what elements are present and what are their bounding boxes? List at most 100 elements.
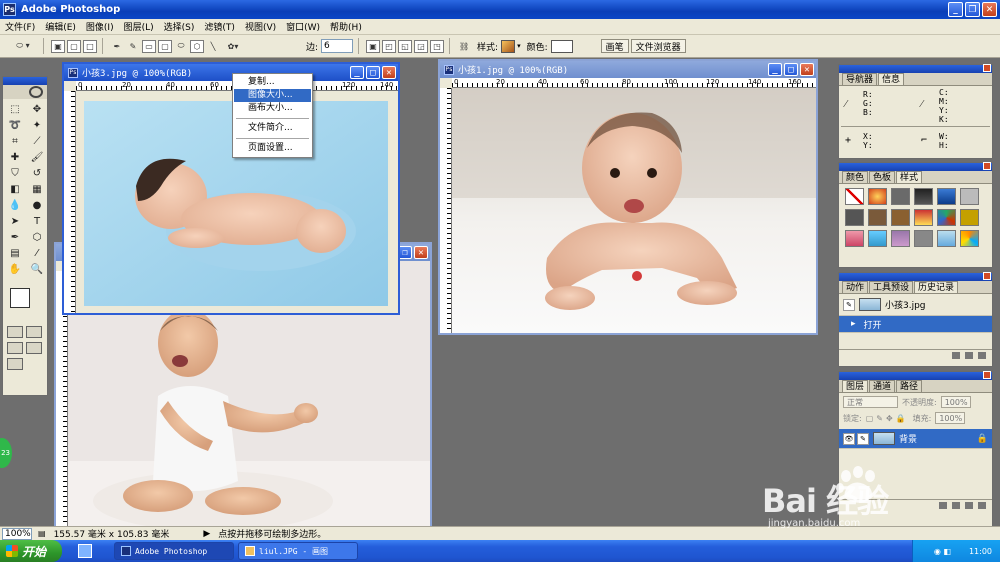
crop-tool-icon[interactable]: ⌗ <box>5 134 25 149</box>
type-tool-icon[interactable]: T <box>27 214 47 229</box>
freeform-pen-icon[interactable]: ✎ <box>126 40 140 53</box>
document-minimize-button[interactable]: _ <box>350 66 364 79</box>
tray-icons[interactable]: ◉ ◧ <box>934 547 951 556</box>
notes-tool-icon[interactable]: ▤ <box>5 246 25 261</box>
palette-titlebar[interactable] <box>839 272 992 281</box>
palette-close-icon[interactable] <box>983 64 991 72</box>
style-swatch[interactable] <box>501 39 516 53</box>
exclude-area-icon[interactable]: ◳ <box>430 39 445 53</box>
palette-close-icon[interactable] <box>983 371 991 379</box>
document-maximize-button[interactable]: □ <box>366 66 380 79</box>
opacity-input[interactable]: 100% <box>940 396 971 408</box>
line-icon[interactable]: ╲ <box>206 40 220 53</box>
custom-shape-icon[interactable]: ✿▾ <box>222 40 244 53</box>
style-swatch[interactable] <box>937 230 956 247</box>
clone-stamp-tool-icon[interactable]: ⛉ <box>5 166 25 181</box>
jump-to-imageready-icon[interactable] <box>7 358 23 370</box>
tab-swatches[interactable]: 色板 <box>869 171 896 183</box>
style-swatch[interactable] <box>937 209 956 226</box>
palette-well-tab-file-browser[interactable]: 文件浏览器 <box>630 39 686 53</box>
pen-tool-icon[interactable]: ✒ <box>5 230 25 245</box>
tab-info[interactable]: 信息 <box>878 73 905 85</box>
menu-layer[interactable]: 图层(L) <box>119 20 159 33</box>
zoom-level-field[interactable]: 100% <box>2 527 32 540</box>
slice-tool-icon[interactable]: ⟋ <box>27 134 47 149</box>
style-swatch[interactable] <box>868 230 887 247</box>
document-titlebar[interactable]: Ps 小孩1.jpg @ 100%(RGB) _ □ ✕ <box>440 61 816 78</box>
document-maximize-button[interactable]: □ <box>784 63 798 76</box>
context-menu-page-setup[interactable]: 页面设置... <box>234 142 311 155</box>
dodge-tool-icon[interactable]: ● <box>27 198 47 213</box>
delete-state-icon[interactable] <box>978 352 986 359</box>
standard-mode-icon[interactable] <box>7 326 23 338</box>
polygon-icon[interactable]: ⬡ <box>190 39 204 53</box>
fill-input[interactable]: 100% <box>935 412 966 424</box>
eraser-tool-icon[interactable]: ◧ <box>5 182 25 197</box>
rectangle-shape-icon[interactable]: ▭ <box>142 39 156 53</box>
context-menu-canvas-size[interactable]: 画布大小... <box>234 102 311 115</box>
status-menu-arrow-icon[interactable]: ▶ <box>203 529 210 539</box>
tab-color[interactable]: 颜色 <box>842 171 869 183</box>
intersect-area-icon[interactable]: ◲ <box>414 39 429 53</box>
paths-icon[interactable]: ▢ <box>67 39 81 53</box>
brush-tool-icon[interactable]: 🖌 <box>27 150 47 165</box>
link-layers-icon[interactable] <box>939 502 947 509</box>
new-layer-mode-icon[interactable]: ▣ <box>366 39 381 53</box>
fill-pixels-icon[interactable]: □ <box>83 39 97 53</box>
foreground-color[interactable] <box>10 288 30 308</box>
history-brush-source-icon[interactable]: ✎ <box>843 298 855 311</box>
menu-image[interactable]: 图像(I) <box>81 20 119 33</box>
document-titlebar[interactable]: Ps 小孩3.jpg @ 100%(RGB) _ □ ✕ <box>64 64 398 81</box>
palette-titlebar[interactable] <box>839 371 992 380</box>
style-swatch[interactable] <box>914 209 933 226</box>
menu-edit[interactable]: 编辑(E) <box>40 20 81 33</box>
style-swatch[interactable] <box>891 209 910 226</box>
lasso-tool-icon[interactable]: ➰ <box>5 118 25 133</box>
shape-tool-icon[interactable]: ⬡ <box>27 230 47 245</box>
restore-button[interactable]: ❐ <box>965 2 980 17</box>
color-swatch[interactable] <box>550 39 573 53</box>
history-snapshot[interactable]: ✎ 小孩3.jpg <box>839 294 992 316</box>
close-button[interactable]: ✕ <box>982 2 997 17</box>
menu-select[interactable]: 选择(S) <box>159 20 200 33</box>
healing-brush-tool-icon[interactable]: ✚ <box>5 150 25 165</box>
menu-help[interactable]: 帮助(H) <box>325 20 367 33</box>
context-menu-file-info[interactable]: 文件简介... <box>234 122 311 135</box>
menu-filter[interactable]: 滤镜(T) <box>199 20 240 33</box>
context-menu-duplicate[interactable]: 复制... <box>234 76 311 89</box>
tab-tool-presets[interactable]: 工具预设 <box>869 281 914 293</box>
document-close-button[interactable]: ✕ <box>414 246 428 259</box>
lock-options-icon[interactable]: ▢✎✥🔒 <box>866 414 909 423</box>
start-button[interactable]: 开始 <box>0 540 62 562</box>
screen-mode-full-icon[interactable] <box>26 342 42 354</box>
tab-history[interactable]: 历史记录 <box>914 281 959 293</box>
move-tool-icon[interactable]: ✥ <box>27 102 47 117</box>
style-swatch[interactable] <box>845 209 864 226</box>
rounded-rectangle-icon[interactable]: ▢ <box>158 39 172 53</box>
history-step[interactable]: ▸ 打开 <box>839 316 992 333</box>
tab-styles[interactable]: 样式 <box>896 171 923 183</box>
document-close-button[interactable]: ✕ <box>800 63 814 76</box>
style-swatch[interactable] <box>891 230 910 247</box>
link-icon[interactable]: ⛓ <box>457 40 471 53</box>
tab-channels[interactable]: 通道 <box>869 380 896 392</box>
palette-titlebar[interactable] <box>839 64 992 73</box>
style-dropdown-icon[interactable]: ▾ <box>517 42 521 50</box>
magic-wand-tool-icon[interactable]: ✦ <box>27 118 47 133</box>
shape-layers-icon[interactable]: ▣ <box>51 39 65 53</box>
hand-tool-icon[interactable]: ✋ <box>5 262 25 277</box>
edge-input[interactable]: 6 <box>321 39 354 53</box>
tab-layers[interactable]: 图层 <box>842 380 869 392</box>
style-swatch[interactable] <box>868 188 887 205</box>
history-brush-tool-icon[interactable]: ↺ <box>27 166 47 181</box>
marquee-tool-icon[interactable]: ⬚ <box>5 102 25 117</box>
minimize-button[interactable]: _ <box>948 2 963 17</box>
layer-row-background[interactable]: 👁 ✎ 背景 🔒 <box>839 429 992 449</box>
tab-navigator[interactable]: 导航器 <box>842 73 878 85</box>
document-close-button[interactable]: ✕ <box>382 66 396 79</box>
eyedropper-tool-icon[interactable]: ⁄ <box>27 246 47 261</box>
palette-close-icon[interactable] <box>983 272 991 280</box>
blur-tool-icon[interactable]: 💧 <box>5 198 25 213</box>
side-badge[interactable]: 23 <box>0 438 12 468</box>
style-swatch[interactable] <box>914 188 933 205</box>
